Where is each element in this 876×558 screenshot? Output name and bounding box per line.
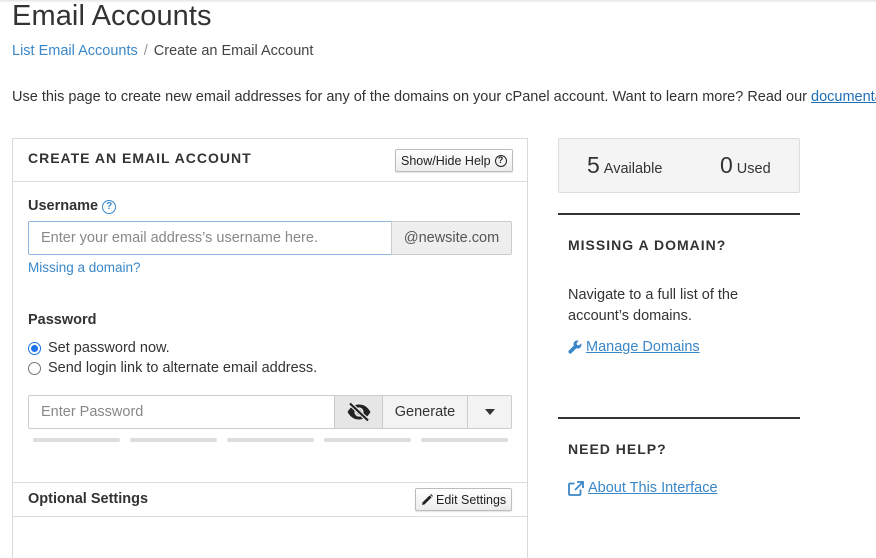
caret-down-icon: [484, 409, 495, 415]
password-strength-meter: [33, 438, 508, 442]
page-title: Email Accounts: [12, 0, 212, 32]
breadcrumb-current: Create an Email Account: [153, 43, 314, 59]
account-stats: 5 Available 0 Used: [558, 138, 800, 193]
intro-paragraph: Use this page to create new email addres…: [12, 89, 876, 105]
intro-text: Use this page to create new email addres…: [12, 89, 807, 105]
generate-options-dropdown[interactable]: [467, 395, 512, 429]
username-help-icon[interactable]: ?: [102, 200, 117, 214]
optional-settings-title: Optional Settings: [28, 491, 149, 507]
used-stat: 0 Used: [720, 152, 771, 179]
generate-password-button[interactable]: Generate: [382, 395, 468, 429]
radio-set-password-now-label: Set password now.: [48, 340, 170, 356]
breadcrumb-list-email-accounts[interactable]: List Email Accounts: [12, 43, 138, 59]
available-label: Available: [603, 161, 663, 177]
edit-settings-label: Edit Settings: [436, 492, 507, 507]
missing-domain-title: MISSING A DOMAIN?: [568, 237, 727, 253]
used-label: Used: [736, 161, 771, 177]
about-this-interface-label: About This Interface: [588, 480, 718, 496]
radio-set-password-now[interactable]: Set password now.: [28, 340, 170, 356]
panel-header: CREATE AN EMAIL ACCOUNT Show/Hide Help ?: [13, 139, 527, 182]
optional-settings-header: Optional Settings Edit Settings: [13, 482, 527, 517]
eye-slash-icon: [347, 402, 370, 422]
about-this-interface-link[interactable]: About This Interface: [568, 480, 718, 496]
username-label-text: Username: [28, 198, 99, 214]
strength-segment: [227, 438, 314, 442]
password-label: Password: [28, 312, 97, 328]
manage-domains-label: Manage Domains: [586, 339, 700, 355]
missing-domain-text: Navigate to a full list of the account’s…: [568, 287, 739, 324]
radio-send-login-link-control[interactable]: [28, 361, 41, 375]
radio-set-password-now-control[interactable]: [28, 341, 41, 355]
domain-addon: @newsite.com: [391, 221, 512, 255]
available-count: 5: [587, 152, 600, 178]
strength-segment: [324, 438, 411, 442]
available-stat: 5 Available: [587, 152, 662, 179]
manage-domains-link[interactable]: Manage Domains: [568, 339, 700, 355]
radio-send-login-link[interactable]: Send login link to alternate email addre…: [28, 360, 317, 376]
toggle-password-visibility-button[interactable]: [334, 395, 383, 429]
username-input[interactable]: [28, 221, 392, 255]
need-help-title: NEED HELP?: [568, 441, 667, 457]
password-input[interactable]: [28, 395, 335, 429]
username-label: Username?: [28, 198, 117, 214]
wrench-icon: [568, 340, 582, 354]
edit-settings-button[interactable]: Edit Settings: [415, 488, 513, 511]
used-count: 0: [720, 152, 733, 178]
strength-segment: [130, 438, 217, 442]
documentation-link[interactable]: documentation: [811, 89, 876, 105]
need-help-card: NEED HELP? About This Interface: [558, 417, 800, 496]
show-hide-help-button[interactable]: Show/Hide Help ?: [395, 149, 513, 172]
show-hide-help-label: Show/Hide Help: [401, 153, 491, 168]
pencil-icon: [422, 493, 433, 505]
strength-segment: [421, 438, 508, 442]
question-circle-icon: ?: [494, 154, 507, 167]
radio-send-login-link-label: Send login link to alternate email addre…: [48, 360, 318, 376]
external-link-icon: [568, 480, 584, 496]
strength-segment: [33, 438, 120, 442]
panel-title: CREATE AN EMAIL ACCOUNT: [28, 150, 252, 166]
missing-domain-link[interactable]: Missing a domain?: [28, 260, 141, 275]
breadcrumb-separator: /: [143, 43, 148, 59]
create-email-panel: CREATE AN EMAIL ACCOUNT Show/Hide Help ?…: [12, 138, 528, 558]
breadcrumb: List Email Accounts / Create an Email Acco…: [12, 43, 313, 59]
missing-domain-card: MISSING A DOMAIN? Navigate to a full lis…: [558, 213, 800, 355]
